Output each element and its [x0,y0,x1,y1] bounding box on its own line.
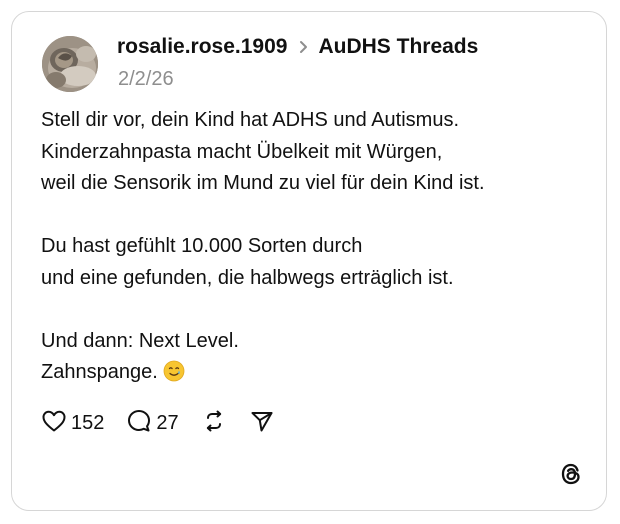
reply-button[interactable]: 27 [126,408,179,439]
post-card: rosalie.rose.1909 AuDHS Threads 2/2/26 S… [11,11,607,511]
threads-logo-icon [558,461,584,487]
post-text-line: weil die Sensorik im Mund zu viel für de… [41,172,485,194]
post-text-line: Zahnspange. [41,361,158,383]
post-text-line: Stell dir vor, dein Kind hat ADHS und Au… [41,109,459,131]
comment-bubble-icon [126,408,152,439]
avatar-image [42,36,98,92]
share-button[interactable] [249,408,275,439]
post-text-line: Kinderzahnpasta macht Übelkeit mit Würge… [41,140,443,163]
post-text-line: Und dann: Next Level. [41,329,239,352]
topic-link[interactable]: AuDHS Threads [318,35,478,59]
post-text-line-with-emoji: Zahnspange. [41,357,601,389]
post-header: rosalie.rose.1909 AuDHS Threads [117,32,478,62]
post-date: 2/2/26 [118,68,174,90]
username-link[interactable]: rosalie.rose.1909 [117,35,287,59]
chevron-right-icon [299,40,308,54]
repost-button[interactable] [201,408,227,439]
post-text-line: Du hast gefühlt 10.000 Sorten durch [41,235,363,257]
smiling-face-with-tear-icon [163,360,185,382]
heart-icon [41,409,67,438]
send-icon [249,408,275,439]
post-body: Stell dir vor, dein Kind hat ADHS und Au… [41,105,601,389]
action-bar: 152 27 [41,408,297,438]
repost-icon [201,408,227,439]
like-count: 152 [71,411,105,434]
avatar[interactable] [42,36,98,92]
post-text-line: und eine gefunden, die halbwegs erträgli… [41,266,454,289]
reply-count: 27 [156,411,179,434]
like-button[interactable]: 152 [41,409,104,438]
